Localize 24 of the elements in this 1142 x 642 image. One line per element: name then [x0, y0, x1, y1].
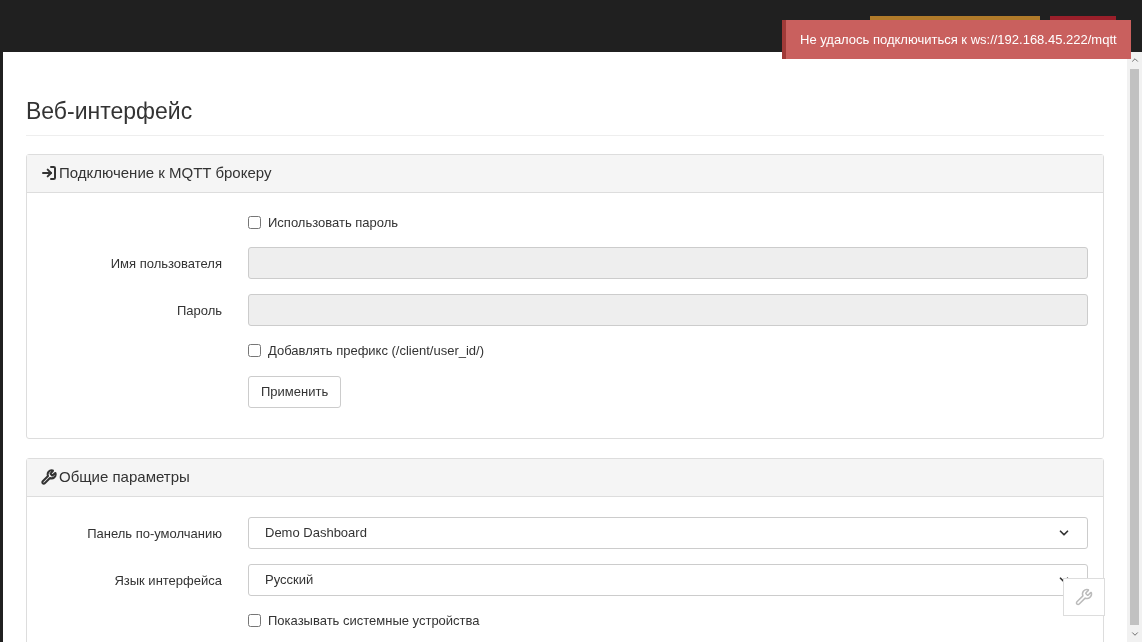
panel-title: Подключение к MQTT брокеру	[59, 162, 272, 183]
checkbox-label[interactable]: Использовать пароль	[268, 212, 399, 232]
field-label: Язык интерфейса	[114, 572, 222, 588]
scrollbar[interactable]	[1127, 52, 1142, 642]
checkbox-label[interactable]: Показывать системные устройства	[268, 610, 480, 630]
wrench-icon	[41, 469, 57, 485]
error-toast: Не удалось подключиться к ws://192.168.45.222/mqtt	[782, 20, 1131, 59]
checkbox[interactable]	[248, 215, 261, 229]
settings-button[interactable]	[1063, 578, 1105, 616]
sign-in-icon	[41, 165, 57, 181]
checkbox-label[interactable]: Добавлять префикс (/client/user_id/)	[268, 341, 484, 361]
field-label: Пароль	[176, 303, 222, 318]
field-label: Панель по-умолчанию	[87, 525, 222, 541]
wrench-icon	[1075, 588, 1093, 606]
scroll-down-icon[interactable]	[1129, 629, 1140, 639]
apply-button[interactable]: Применить	[248, 375, 342, 408]
checkbox[interactable]	[248, 344, 261, 358]
select-field[interactable]: Demo Dashboard	[248, 516, 1088, 549]
checkbox[interactable]	[248, 613, 261, 627]
scroll-up-icon[interactable]	[1129, 55, 1140, 65]
page-title: Веб-интерфейс	[26, 94, 1104, 136]
panel-title: Общие параметры	[59, 466, 190, 487]
select-field[interactable]: Русский	[248, 563, 1088, 596]
field-label: Имя пользователя	[110, 256, 222, 271]
